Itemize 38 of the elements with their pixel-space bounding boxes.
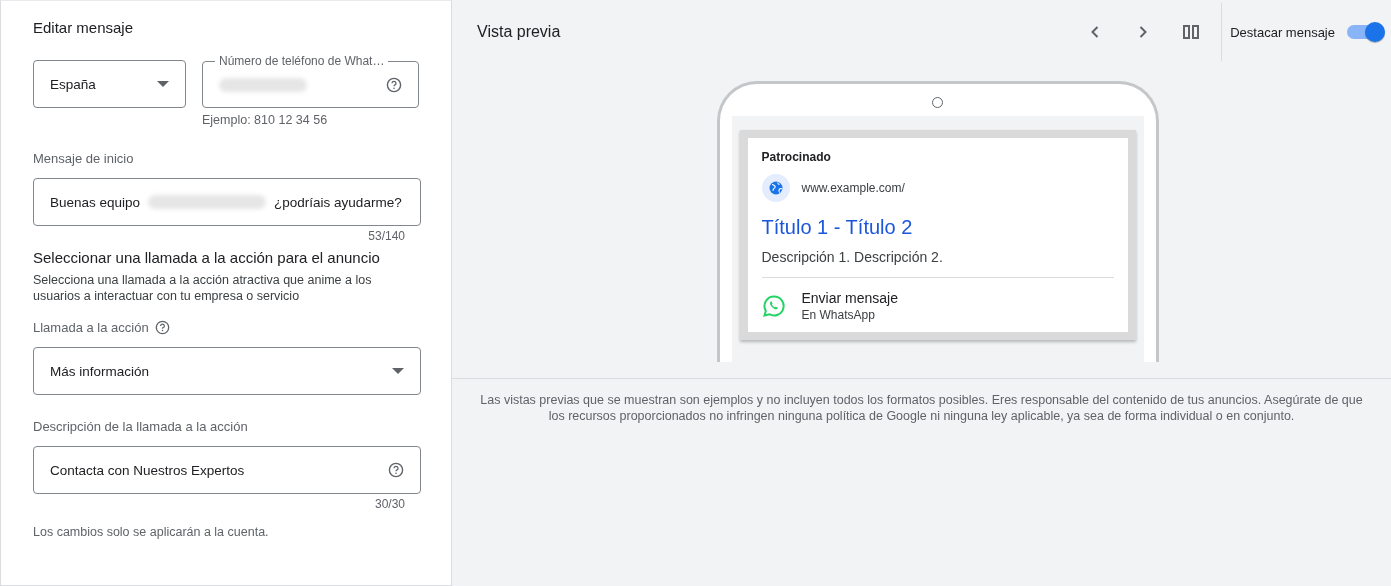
field-label: Descripción de la llamada a la acción <box>33 419 249 434</box>
note-text: Los cambios solo se aplicarán a la cuenta. <box>33 525 270 539</box>
message-text: Buenas equipo <box>50 194 141 210</box>
dropdown-value: Más información <box>50 363 150 379</box>
help-icon[interactable] <box>154 320 170 335</box>
ad-description: Descripción 1. Descripción 2. <box>761 249 944 265</box>
message-text: ¿podríais ayudarme? <box>274 194 402 210</box>
section-title: Seleccionar una llamada a la acción para el anuncio <box>33 249 381 266</box>
section-description: Selecciona una llamada a la acción atractiva que anime a los usuarios a interactuar con tu empresa o servicio <box>33 272 373 304</box>
call-to-action-dropdown[interactable]: Más información <box>33 347 421 395</box>
country-dropdown[interactable]: España <box>33 60 186 108</box>
ad-action-subtext: En WhatsApp <box>801 308 876 322</box>
ad-action-text[interactable]: Enviar mensaje <box>801 290 898 306</box>
country-value: España <box>50 76 96 92</box>
cta-description-input-field[interactable]: Contacta con Nuestros Expertos <box>33 446 421 494</box>
character-counter: 53/140 <box>367 229 405 243</box>
character-counter: 30/30 <box>373 497 405 511</box>
sponsored-label: Patrocinado <box>761 150 832 164</box>
globe-icon <box>761 174 790 202</box>
ad-url: www.example.com/ <box>801 181 905 195</box>
field-value: Contacta con Nuestros Expertos <box>50 462 245 478</box>
help-icon[interactable] <box>386 76 402 93</box>
dropdown-arrow-icon <box>392 368 404 374</box>
field-label: Mensaje de inicio <box>33 151 135 166</box>
phone-example-text: Ejemplo: 810 12 34 56 <box>202 113 329 127</box>
toggle-label: Destacar mensaje <box>1230 24 1335 40</box>
message-input-field[interactable]: Buenas equipo ¿podríais ayudarme? <box>33 178 421 226</box>
highlight-toggle[interactable] <box>1345 21 1385 43</box>
panel-title: Editar mensaje <box>33 19 135 36</box>
help-icon[interactable] <box>388 462 404 478</box>
chat-phone-icon <box>761 294 786 318</box>
field-label: Número de teléfono de What… <box>218 54 386 68</box>
disclaimer-text: Las vistas previas que se muestran son ejemplos y no incluyen todos los formatos posibles. Eres responsable del contenido de tus anuncios. Asegúrate de que los recursos proporcionados no infringen ninguna política de Google ni ninguna ley aplicable, ya sea de forma individual o en conjunto. <box>479 392 1364 424</box>
field-label: Llamada a la acción <box>33 320 149 335</box>
phone-input-field[interactable]: Número de teléfono de What… <box>202 54 419 108</box>
preview-title: Vista previa <box>477 23 562 41</box>
ad-headline[interactable]: Título 1 - Título 2 <box>761 216 1114 239</box>
dropdown-arrow-icon <box>157 81 169 87</box>
